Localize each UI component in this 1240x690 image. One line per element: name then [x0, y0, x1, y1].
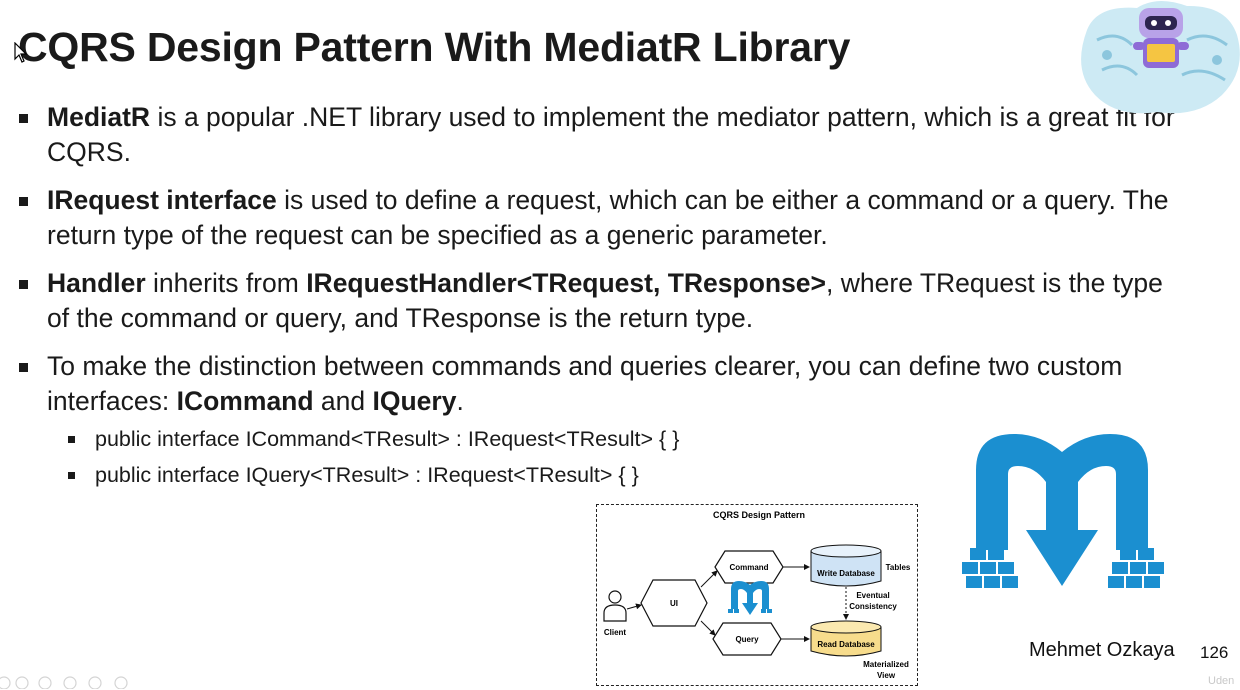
bullet-bold: MediatR — [47, 102, 151, 132]
cursor-icon — [14, 42, 28, 63]
toolbar-icons[interactable] — [0, 674, 140, 689]
slide-title: CQRS Design Pattern With MediatR Library — [18, 24, 851, 70]
consistency-label: Consistency — [849, 602, 897, 611]
diagram-title: CQRS Design Pattern — [713, 510, 805, 520]
sub-bullet-marker — [68, 472, 75, 479]
mediatr-small-logo — [728, 581, 772, 615]
bullet-text: inherits from — [145, 268, 307, 298]
tables-label: Tables — [886, 563, 911, 572]
bullet-marker — [19, 280, 28, 289]
read-database — [810, 620, 882, 657]
cqrs-diagram: CQRS Design Pattern Client UI Command Qu… — [596, 504, 918, 686]
mediatr-logo — [962, 434, 1164, 588]
bullet-custom-interfaces: To make the distinction between commands… — [18, 349, 1188, 419]
read-db-label: Read Database — [817, 640, 875, 649]
sub-bullet-marker — [68, 436, 75, 443]
client-label: Client — [604, 628, 627, 637]
watermark: Uden — [1208, 675, 1235, 687]
ui-label: UI — [670, 599, 678, 608]
person-icon — [603, 590, 627, 622]
bullet-handler: Handler inherits from IRequestHandler<TR… — [18, 266, 1188, 336]
bullet-text: . — [456, 386, 464, 416]
eventual-label: Eventual — [856, 591, 889, 600]
bullet-bold: IRequest interface — [47, 185, 277, 215]
write-database — [810, 544, 882, 587]
write-db-label: Write Database — [817, 569, 875, 578]
sub-bullet-text: public interface ICommand<TResult> : IRe… — [95, 427, 680, 451]
bullet-marker — [19, 197, 28, 206]
page-number: 126 — [1200, 643, 1229, 662]
bullet-bold: IRequestHandler<TRequest, TResponse> — [306, 268, 827, 298]
view-label: View — [877, 671, 896, 680]
bullet-text: is a popular .NET library used to implem… — [47, 102, 1175, 167]
robot-mascot — [1081, 0, 1240, 114]
bullet-bold: IQuery — [372, 386, 457, 416]
author-name: Mehmet Ozkaya — [1029, 639, 1175, 661]
bullet-irequest: IRequest interface is used to define a r… — [18, 183, 1188, 253]
query-label: Query — [735, 635, 759, 644]
bullet-text: and — [313, 386, 373, 416]
bullet-marker — [19, 363, 28, 372]
bullet-marker — [19, 114, 28, 123]
bullet-bold: ICommand — [176, 386, 314, 416]
bullet-bold: Handler — [47, 268, 146, 298]
bullet-mediatr: MediatR is a popular .NET library used t… — [18, 100, 1188, 170]
materialized-label: Materialized — [863, 660, 909, 669]
sub-bullet-text: public interface IQuery<TResult> : IRequ… — [95, 463, 639, 487]
command-label: Command — [729, 563, 768, 572]
